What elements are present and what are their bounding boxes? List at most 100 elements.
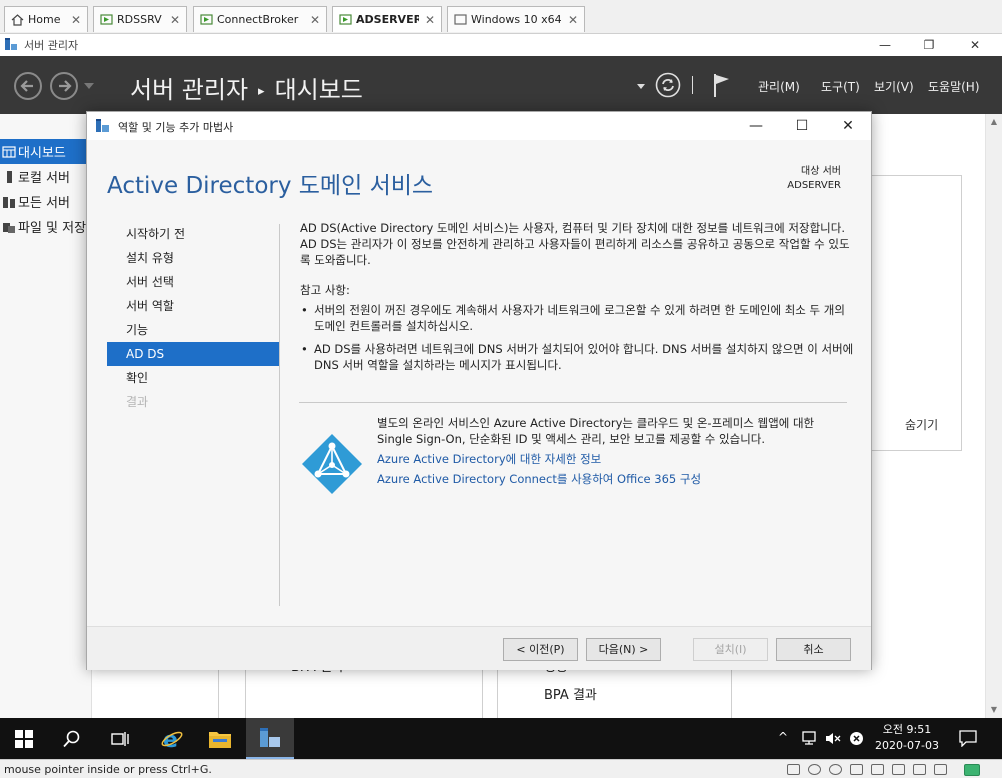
chevron-up-icon[interactable]: ^ bbox=[778, 730, 788, 744]
close-icon[interactable]: ✕ bbox=[170, 13, 180, 27]
vm-tab-rdssrv[interactable]: RDSSRV ✕ bbox=[93, 6, 187, 32]
minimize-button[interactable]: — bbox=[733, 112, 779, 140]
previous-button[interactable]: < 이전(P) bbox=[503, 638, 578, 661]
maximize-button[interactable]: ☐ bbox=[779, 112, 825, 140]
file-explorer-button[interactable] bbox=[196, 718, 244, 759]
hide-link[interactable]: 숨기기 bbox=[905, 416, 938, 433]
sidebar-item-label: 대시보드 bbox=[18, 146, 66, 161]
folder-icon bbox=[3, 222, 15, 233]
chevron-down-icon[interactable] bbox=[637, 84, 645, 89]
menu-tools[interactable]: 도구(T) bbox=[821, 78, 860, 95]
minimize-button[interactable]: — bbox=[862, 34, 908, 56]
vm-tab-label: ADSERVER bbox=[356, 13, 419, 26]
sidebar-item-dashboard[interactable]: 대시보드 bbox=[0, 139, 92, 164]
vm-icon bbox=[454, 13, 467, 25]
usb-icon[interactable] bbox=[892, 764, 905, 775]
close-icon[interactable]: ✕ bbox=[568, 13, 578, 27]
vm-tab-adserver[interactable]: ADSERVER ✕ bbox=[332, 6, 442, 32]
sound-card-icon[interactable] bbox=[871, 764, 884, 775]
vm-tab-connectbroker[interactable]: ConnectBroker ✕ bbox=[193, 6, 327, 32]
vm-tab-home[interactable]: Home ✕ bbox=[4, 6, 88, 32]
wizard-icon bbox=[96, 119, 109, 132]
hard-disk-icon[interactable] bbox=[787, 764, 800, 775]
flag-icon[interactable] bbox=[712, 72, 732, 98]
sidebar-item-label: 모든 서버 bbox=[18, 196, 70, 211]
sidebar-item-file-storage[interactable]: 파일 및 저장소 서비스 bbox=[0, 214, 92, 239]
servers-icon bbox=[3, 196, 15, 208]
sidebar-item-all-servers[interactable]: 모든 서버 bbox=[0, 189, 92, 214]
notification-x-icon[interactable] bbox=[849, 731, 864, 746]
content-divider bbox=[299, 402, 847, 403]
menu-manage[interactable]: 관리(M) bbox=[758, 78, 800, 95]
azure-ad-connect-link[interactable]: Azure Active Directory Connect를 사용하여 Off… bbox=[377, 471, 847, 487]
breadcrumb: 서버 관리자 ▸ 대시보드 bbox=[130, 70, 363, 105]
sidebar-item-local-server[interactable]: 로컬 서버 bbox=[0, 164, 92, 189]
back-button[interactable] bbox=[14, 72, 42, 100]
server-manager-header: 서버 관리자 ▸ 대시보드 관리(M) 도구(T) 보기(V) 도움말(H) bbox=[0, 56, 1002, 114]
step-ad-ds[interactable]: AD DS bbox=[107, 342, 279, 366]
volume-muted-icon[interactable] bbox=[825, 731, 841, 746]
breadcrumb-separator-icon: ▸ bbox=[258, 83, 265, 99]
clock-time: 오전 9:51 bbox=[882, 723, 932, 736]
step-results: 결과 bbox=[126, 395, 149, 409]
azure-info: 별도의 온라인 서비스인 Azure Active Directory는 클라우… bbox=[377, 415, 847, 487]
step-before-you-begin[interactable]: 시작하기 전 bbox=[107, 222, 279, 246]
wizard-main: Active Directory 도메인 서비스 대상 서버 ADSERVER … bbox=[87, 140, 871, 626]
notes-list: 서버의 전원이 꺼진 경우에도 계속해서 사용자가 네트워크에 로그온할 수 있… bbox=[300, 302, 856, 373]
cd-dvd-icon[interactable] bbox=[808, 764, 821, 775]
close-icon[interactable]: ✕ bbox=[310, 13, 320, 27]
vm-tab-bar: Home ✕ RDSSRV ✕ ConnectBroker ✕ ADSERVER… bbox=[0, 0, 1002, 34]
forward-button[interactable] bbox=[50, 72, 78, 100]
sidebar: 대시보드 로컬 서버 모든 서버 파일 및 저장소 서비스 bbox=[0, 114, 92, 718]
network-icon[interactable] bbox=[801, 731, 817, 746]
azure-description: 별도의 온라인 서비스인 Azure Active Directory는 클라우… bbox=[377, 416, 815, 446]
scroll-up-icon[interactable]: ▲ bbox=[986, 114, 1002, 130]
action-center-icon[interactable] bbox=[959, 730, 977, 747]
scroll-down-icon[interactable]: ▼ bbox=[986, 702, 1002, 718]
display-icon[interactable] bbox=[934, 764, 947, 775]
vm-icon bbox=[200, 13, 213, 25]
step-installation-type[interactable]: 설치 유형 bbox=[107, 246, 279, 270]
step-confirmation[interactable]: 확인 bbox=[107, 366, 279, 390]
system-clock[interactable]: 오전 9:51 2020-07-03 bbox=[866, 722, 948, 754]
cancel-button[interactable]: 취소 bbox=[776, 638, 851, 661]
clock-date: 2020-07-03 bbox=[875, 739, 939, 752]
chevron-down-icon[interactable] bbox=[84, 83, 94, 89]
close-button[interactable]: ✕ bbox=[825, 112, 871, 140]
cd-dvd-icon[interactable] bbox=[829, 764, 842, 775]
step-server-roles[interactable]: 서버 역할 bbox=[107, 294, 279, 318]
vm-tab-label: Windows 10 x64 bbox=[471, 13, 562, 26]
task-view-button[interactable] bbox=[96, 718, 144, 759]
next-button[interactable]: 다음(N) > bbox=[586, 638, 661, 661]
server-manager-icon bbox=[260, 727, 280, 747]
breadcrumb-page: 대시보드 bbox=[274, 76, 363, 104]
wizard-title: 역할 및 기능 추가 마법사 bbox=[118, 121, 234, 134]
close-icon[interactable]: ✕ bbox=[71, 13, 81, 27]
menu-help[interactable]: 도움말(H) bbox=[928, 78, 980, 95]
scrollbar[interactable]: ▲ ▼ bbox=[985, 114, 1002, 718]
step-server-selection[interactable]: 서버 선택 bbox=[107, 270, 279, 294]
menu-view[interactable]: 보기(V) bbox=[874, 78, 914, 95]
vm-icon bbox=[100, 13, 113, 25]
usb-icon[interactable] bbox=[913, 764, 926, 775]
search-button[interactable] bbox=[48, 718, 96, 759]
internet-explorer-icon: e bbox=[161, 728, 183, 751]
step-features[interactable]: 기능 bbox=[107, 318, 279, 342]
bpa-results-link[interactable]: BPA 결과 bbox=[544, 684, 597, 703]
close-button[interactable]: ✕ bbox=[952, 34, 998, 56]
start-button[interactable] bbox=[0, 718, 48, 759]
message-icon[interactable] bbox=[964, 764, 980, 776]
internet-explorer-button[interactable]: e bbox=[148, 718, 196, 759]
server-icon bbox=[7, 170, 12, 183]
refresh-icon[interactable] bbox=[655, 72, 681, 98]
task-view-icon bbox=[111, 731, 129, 746]
server-manager-taskbar-button[interactable] bbox=[246, 718, 294, 759]
header-divider bbox=[692, 76, 693, 94]
close-icon[interactable]: ✕ bbox=[425, 13, 435, 27]
vm-tab-windows10[interactable]: Windows 10 x64 ✕ bbox=[447, 6, 585, 32]
windows-logo-icon bbox=[15, 729, 33, 748]
restore-button[interactable]: ❐ bbox=[906, 34, 952, 56]
network-adapter-icon[interactable] bbox=[850, 764, 863, 775]
azure-ad-info-link[interactable]: Azure Active Directory에 대한 자세한 정보 bbox=[377, 451, 847, 467]
vmware-status-bar: mouse pointer inside or press Ctrl+G. bbox=[0, 759, 1002, 778]
